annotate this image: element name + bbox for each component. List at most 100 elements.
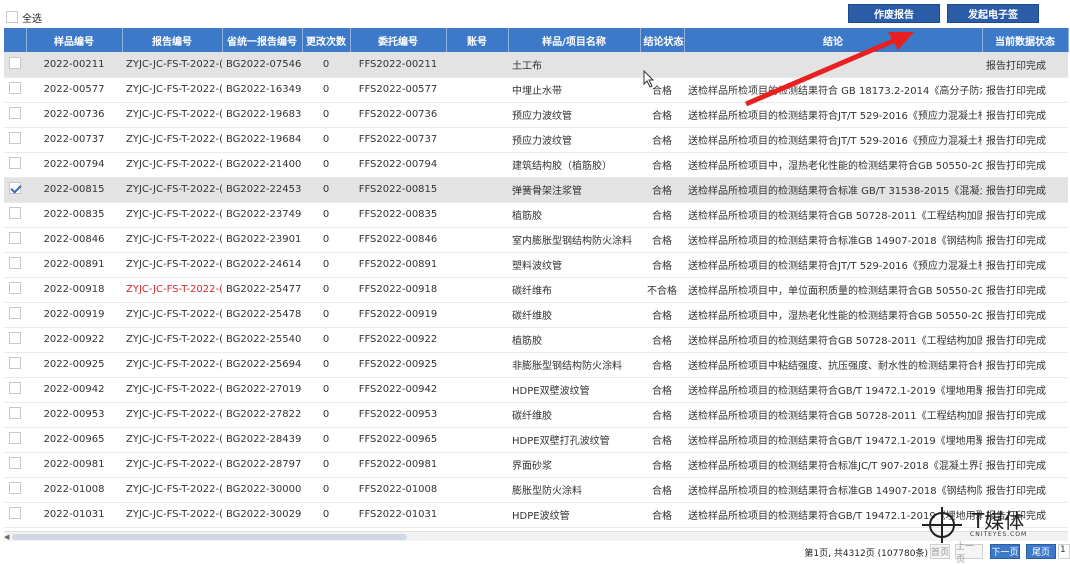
cell-prov-report-no: BG2022-27822 (222, 402, 302, 428)
row-checkbox[interactable] (9, 482, 21, 494)
cell-conclusion-status: 合格 (640, 377, 684, 403)
row-checkbox[interactable] (9, 282, 21, 294)
header-account[interactable]: 账号 (446, 28, 509, 52)
cell-entrust-no: FFS2022-01031 (350, 502, 446, 528)
first-page-button[interactable]: 首页 (930, 544, 950, 559)
cell-entrust-no: FFS2022-00891 (350, 252, 446, 278)
cell-change-count: 0 (302, 177, 350, 203)
row-checkbox[interactable] (9, 457, 21, 469)
table-row[interactable]: 2022-00922 ZYJC-JC-FS-T-2022-(BG2022-2554… (4, 327, 1068, 353)
cell-prov-report-no: BG2022-23901 (222, 227, 302, 253)
cell-report-no: ZYJC-JC-FS-T-2022-( (122, 127, 222, 153)
cell-report-no: ZYJC-JC-FS-T-2022-( (122, 252, 222, 278)
last-page-button[interactable]: 尾页 (1026, 544, 1056, 559)
header-conclusion-status[interactable]: 结论状态 (640, 28, 685, 52)
row-checkbox-cell[interactable] (4, 202, 26, 228)
cell-entrust-no: FFS2022-00794 (350, 152, 446, 178)
cell-entrust-no: FFS2022-00211 (350, 52, 446, 78)
row-checkbox-cell[interactable] (4, 302, 26, 328)
row-checkbox[interactable] (9, 182, 21, 194)
start-esign-button[interactable]: 发起电子签 (947, 4, 1039, 23)
cell-conclusion: 送检样品所检项目中，单位面积质量的检测结果符合GB 50550-2010《建筑 (684, 277, 982, 303)
table-row[interactable]: 2022-00981 ZYJC-JC-FS-T-2022-(BG2022-2879… (4, 452, 1068, 478)
table-row[interactable]: 2022-00211 ZYJC-JC-FS-T-2022-(BG2022-0754… (4, 52, 1068, 78)
table-row[interactable]: 2022-00815 ZYJC-JC-FS-T-2022-(BG2022-2245… (4, 177, 1068, 203)
table-row[interactable]: 2022-00891 ZYJC-JC-FS-T-2022-(BG2022-2461… (4, 252, 1068, 278)
page-number-input[interactable]: 1 (1058, 544, 1070, 559)
table-row[interactable]: 2022-00737 ZYJC-JC-FS-T-2022-(BG2022-1968… (4, 127, 1068, 153)
row-checkbox[interactable] (9, 56, 21, 69)
header-current-state[interactable]: 当前数据状态 (982, 28, 1069, 52)
header-report-no[interactable]: 报告编号 (122, 28, 223, 52)
row-checkbox-cell[interactable] (4, 427, 26, 453)
table-row[interactable]: 2022-00794 ZYJC-JC-FS-T-2022-(BG2022-2140… (4, 152, 1068, 178)
header-change-count[interactable]: 更改次数 (302, 28, 351, 52)
header-conclusion[interactable]: 结论 (684, 28, 983, 52)
row-checkbox[interactable] (9, 82, 21, 94)
horizontal-scrollbar[interactable]: ◀ (4, 531, 1068, 541)
table-row[interactable]: 2022-01031 ZYJC-JC-FS-T-2022-(BG2022-3002… (4, 502, 1068, 528)
row-checkbox[interactable] (9, 382, 21, 394)
table-row[interactable]: 2022-01008 ZYJC-JC-FS-T-2022-(BG2022-3000… (4, 477, 1068, 503)
row-checkbox-cell[interactable] (4, 152, 26, 178)
row-checkbox-cell[interactable] (4, 127, 26, 153)
scroll-thumb[interactable] (12, 534, 407, 540)
row-checkbox-cell[interactable] (4, 227, 26, 253)
cell-account (446, 252, 508, 278)
row-checkbox-cell[interactable] (4, 277, 26, 303)
cell-conclusion (684, 52, 982, 78)
row-checkbox[interactable] (9, 407, 21, 419)
row-checkbox[interactable] (9, 257, 21, 269)
cell-report-no: ZYJC-JC-FS-T-2022-( (122, 277, 222, 303)
cell-entrust-no: FFS2022-00918 (350, 277, 446, 303)
cell-account (446, 452, 508, 478)
row-checkbox[interactable] (9, 307, 21, 319)
cell-entrust-no: FFS2022-00953 (350, 402, 446, 428)
row-checkbox-cell[interactable] (4, 502, 26, 528)
row-checkbox-cell[interactable] (4, 102, 26, 128)
cell-sample-no: 2022-01008 (26, 477, 122, 503)
table-row[interactable]: 2022-00965 ZYJC-JC-FS-T-2022-(BG2022-2843… (4, 427, 1068, 453)
row-checkbox-cell[interactable] (4, 252, 26, 278)
row-checkbox-cell[interactable] (4, 327, 26, 353)
row-checkbox[interactable] (9, 507, 21, 519)
row-checkbox-cell[interactable] (4, 77, 26, 103)
prev-page-button[interactable]: 上一页 (955, 542, 983, 565)
scroll-left-icon[interactable]: ◀ (4, 533, 11, 541)
table-row[interactable]: 2022-00736 ZYJC-JC-FS-T-2022-(BG2022-1968… (4, 102, 1068, 128)
table-row[interactable]: 2022-00925 ZYJC-JC-FS-T-2022-(BG2022-2569… (4, 352, 1068, 378)
row-checkbox-cell[interactable] (4, 402, 26, 428)
header-sample-name[interactable]: 样品/项目名称 (508, 28, 641, 52)
cell-sample-name: 室内膨胀型钢结构防火涂料 (508, 227, 640, 253)
row-checkbox-cell[interactable] (4, 452, 26, 478)
table-row[interactable]: 2022-00942 ZYJC-JC-FS-T-2022-(BG2022-2701… (4, 377, 1068, 403)
header-entrust-no[interactable]: 委托编号 (350, 28, 447, 52)
next-page-button[interactable]: 下一页 (990, 544, 1020, 559)
table-row[interactable]: 2022-00846 ZYJC-JC-FS-T-2022-(BG2022-2390… (4, 227, 1068, 253)
table-row[interactable]: 2022-00577 ZYJC-JC-FS-T-2022-(BG2022-1634… (4, 77, 1068, 103)
row-checkbox-cell[interactable] (4, 377, 26, 403)
row-checkbox[interactable] (9, 357, 21, 369)
cell-account (446, 152, 508, 178)
cell-change-count: 0 (302, 227, 350, 253)
select-all-checkbox[interactable] (6, 11, 18, 23)
row-checkbox[interactable] (9, 132, 21, 144)
row-checkbox[interactable] (9, 107, 21, 119)
row-checkbox-cell[interactable] (4, 477, 26, 503)
table-row[interactable]: 2022-00918 ZYJC-JC-FS-T-2022-(BG2022-2547… (4, 277, 1068, 303)
row-checkbox-cell[interactable] (4, 177, 26, 203)
header-sample-no[interactable]: 样品编号 (26, 28, 123, 52)
row-checkbox-cell[interactable] (4, 352, 26, 378)
row-checkbox[interactable] (9, 232, 21, 244)
header-prov-report-no[interactable]: 省统一报告编号 (222, 28, 303, 52)
table-row[interactable]: 2022-00835 ZYJC-JC-FS-T-2022-(BG2022-2374… (4, 202, 1068, 228)
row-checkbox[interactable] (9, 432, 21, 444)
table-row[interactable]: 2022-00919 ZYJC-JC-FS-T-2022-(BG2022-2547… (4, 302, 1068, 328)
row-checkbox[interactable] (9, 157, 21, 169)
void-report-button[interactable]: 作废报告 (848, 4, 940, 23)
row-checkbox[interactable] (9, 207, 21, 219)
select-all[interactable]: 全选 (6, 9, 42, 25)
row-checkbox-cell[interactable] (4, 52, 26, 78)
table-row[interactable]: 2022-00953 ZYJC-JC-FS-T-2022-(BG2022-2782… (4, 402, 1068, 428)
row-checkbox[interactable] (9, 332, 21, 344)
